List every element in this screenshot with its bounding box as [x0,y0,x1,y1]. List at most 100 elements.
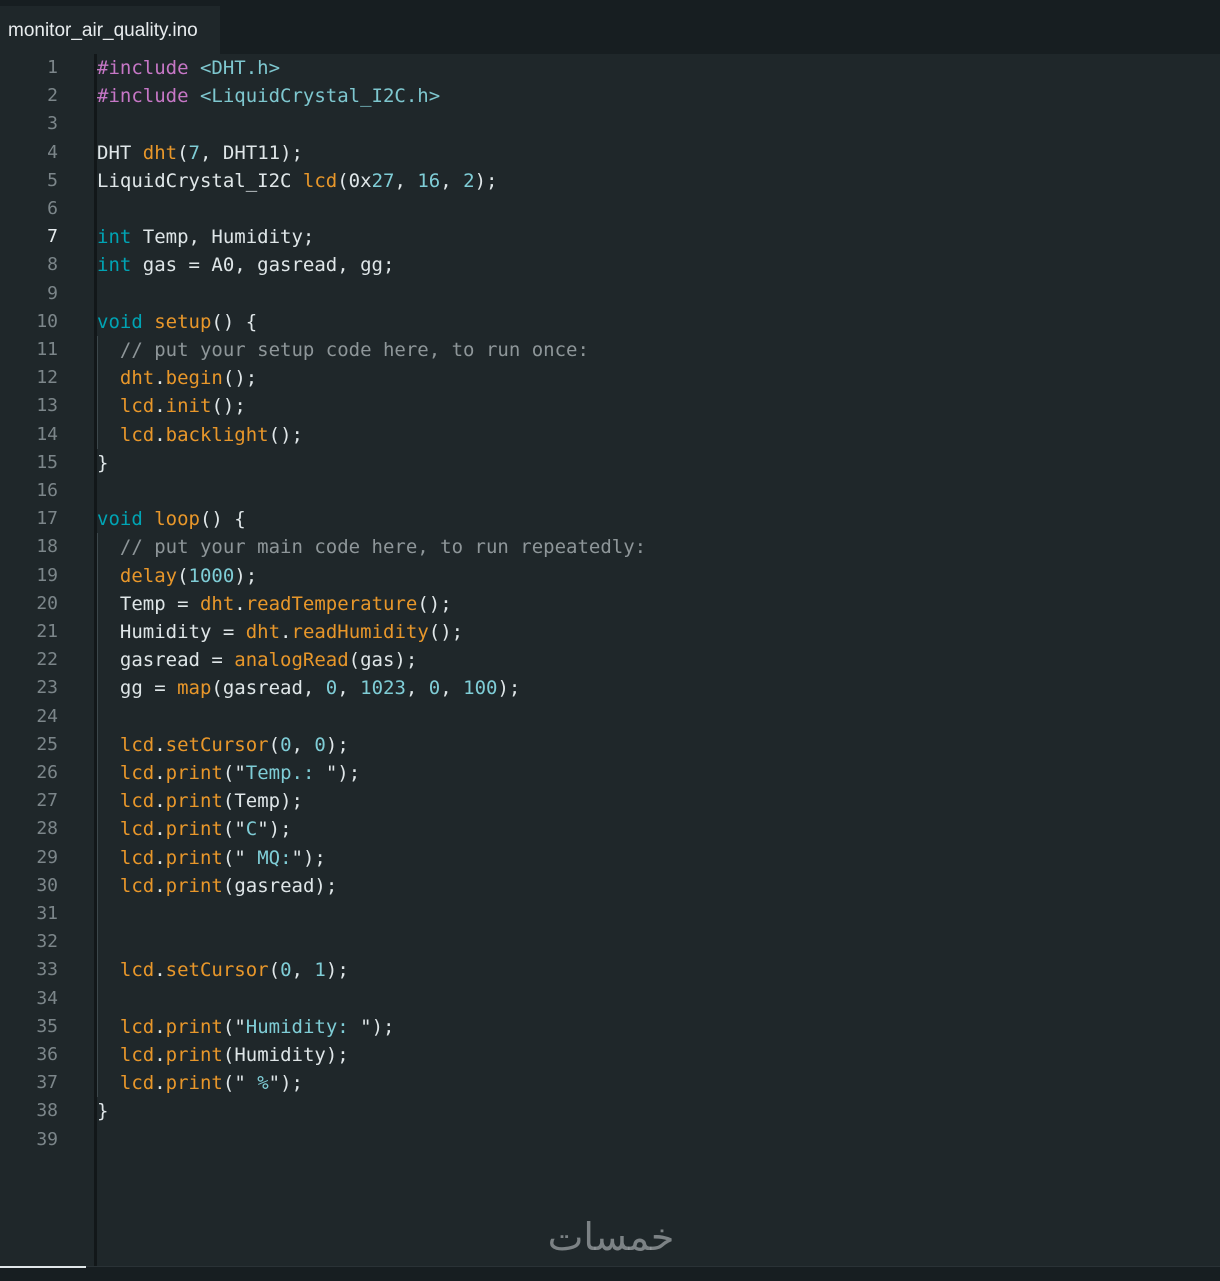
code-line[interactable]: lcd.print("Humidity: "); [97,1013,395,1041]
line-number[interactable]: 39 [8,1126,58,1154]
code-line[interactable]: lcd.print(" MQ:"); [97,844,326,872]
line-number[interactable]: 5 [8,167,58,195]
code-line[interactable]: gasread = analogRead(gas); [97,646,417,674]
line-number[interactable]: 15 [8,449,58,477]
code-line[interactable]: lcd.backlight(); [97,421,303,449]
line-number[interactable]: 32 [8,928,58,956]
line-number[interactable]: 10 [8,308,58,336]
line-number[interactable]: 31 [8,900,58,928]
line-number[interactable]: 27 [8,787,58,815]
code-token: int [97,226,132,249]
code-line[interactable]: lcd.setCursor(0, 1); [97,956,349,984]
code-line[interactable]: void setup() { [97,308,257,336]
line-number[interactable]: 23 [8,674,58,702]
line-number[interactable]: 33 [8,956,58,984]
code-token: Humidity: [245,1015,361,1038]
code-line[interactable]: lcd.print("C"); [97,815,292,843]
code-line[interactable]: gg = map(gasread, 0, 1023, 0, 100); [97,674,520,702]
code-token: #include [97,85,200,108]
code-line[interactable]: // put your setup code here, to run once… [97,336,589,364]
code-line[interactable]: lcd.init(); [97,392,246,420]
line-number[interactable]: 25 [8,731,58,759]
code-area[interactable]: #include <DHT.h> #include <LiquidCrystal_… [97,54,1220,1268]
line-number[interactable]: 4 [8,139,58,167]
code-token: . [154,762,166,784]
code-line[interactable]: lcd.print(gasread); [97,872,337,900]
line-number[interactable]: 24 [8,703,58,731]
code-token: Temp = [97,592,200,615]
code-line[interactable]: lcd.setCursor(0, 0); [97,731,349,759]
code-line[interactable]: void loop() { [97,505,246,533]
code-line[interactable]: Humidity = dht.readHumidity(); [97,618,463,646]
line-number[interactable]: 6 [8,195,58,223]
code-token: (Temp); [222,790,303,813]
code-token: dht [119,367,155,390]
line-number[interactable]: 29 [8,844,58,872]
code-line[interactable]: #include <DHT.h> [97,54,280,82]
code-token: } [97,451,109,474]
code-line[interactable]: lcd.print(Temp); [97,787,303,815]
line-number[interactable]: 28 [8,815,58,843]
code-line[interactable]: int gas = A0, gasread, gg; [97,251,394,279]
code-token: , [291,959,315,982]
line-number[interactable]: 8 [8,251,58,279]
line-number[interactable]: 22 [8,646,58,674]
line-number[interactable]: 11 [8,336,58,364]
bottom-panel-tab-indicator[interactable] [0,1266,86,1268]
line-number[interactable]: 19 [8,562,58,590]
code-line[interactable]: lcd.print("Temp.: "); [97,759,360,787]
code-token: ); [497,677,521,700]
line-number[interactable]: 17 [8,505,58,533]
code-token: LiquidCrystal_I2C [97,169,303,192]
code-token: , [394,169,418,192]
line-number[interactable]: 37 [8,1069,58,1097]
line-number[interactable]: 18 [8,533,58,561]
line-number[interactable]: 34 [8,985,58,1013]
code-line[interactable]: Temp = dht.readTemperature(); [97,590,452,618]
code-token: 1023 [360,677,406,700]
code-line[interactable]: int Temp, Humidity; [97,223,314,251]
line-number[interactable]: 16 [8,477,58,505]
line-number-gutter: 1 2 3 4 5 6 7 8 9 10 11 12 13 14 15 16 17 18 19 20 21 22 23 24 2… [0,54,95,1268]
code-line[interactable]: #include <LiquidCrystal_I2C.h> [97,82,440,110]
line-number[interactable]: 30 [8,872,58,900]
code-editor[interactable]: 1 2 3 4 5 6 7 8 9 10 11 12 13 14 15 16 17 18 19 20 21 22 23 24 2… [0,54,1220,1268]
code-token: begin [165,367,223,390]
line-number[interactable]: 7 [8,223,58,251]
line-number[interactable]: 13 [8,392,58,420]
code-token: analogRead [234,649,349,672]
line-number[interactable]: 12 [8,364,58,392]
code-token: . [234,592,246,615]
line-number[interactable]: 26 [8,759,58,787]
line-number[interactable]: 9 [8,280,58,308]
code-token: (" [222,1015,246,1038]
line-number[interactable]: 35 [8,1013,58,1041]
code-line[interactable]: LiquidCrystal_I2C lcd(0x27, 16, 2); [97,167,497,195]
line-number[interactable]: 2 [8,82,58,110]
code-line[interactable]: } [97,1097,108,1125]
line-number[interactable]: 1 [8,54,58,82]
line-number[interactable]: 14 [8,421,58,449]
indent-guide [97,336,98,449]
code-line[interactable]: DHT dht(7, DHT11); [97,139,303,167]
code-token: // put your main code here, to run repea… [119,536,647,559]
line-number[interactable]: 38 [8,1097,58,1125]
code-token: print [165,846,223,869]
line-number[interactable]: 36 [8,1041,58,1069]
code-line[interactable]: delay(1000); [97,562,257,590]
code-line[interactable]: // put your main code here, to run repea… [97,533,646,561]
line-number[interactable]: 3 [8,110,58,138]
code-line[interactable]: } [97,449,108,477]
code-line[interactable]: dht.begin(); [97,364,257,392]
tab-monitor-air-quality[interactable]: monitor_air_quality.ino [0,6,220,54]
code-line[interactable]: lcd.print(Humidity); [97,1041,349,1069]
line-number[interactable]: 20 [8,590,58,618]
code-line[interactable]: lcd.print(" %"); [97,1069,303,1097]
line-number[interactable]: 21 [8,618,58,646]
code-token: . [154,395,166,418]
code-token: lcd [119,1072,155,1095]
